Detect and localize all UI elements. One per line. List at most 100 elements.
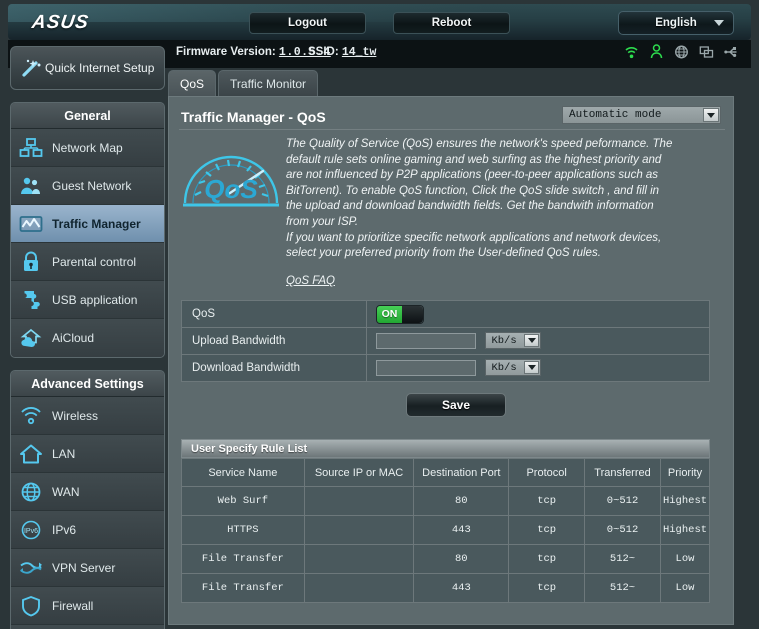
download-unit-value: Kb/s <box>491 361 517 374</box>
sidebar-item-administration[interactable]: Administration <box>11 625 164 629</box>
usb-icon[interactable] <box>724 43 739 61</box>
wifi-icon[interactable] <box>624 43 639 61</box>
download-unit-dropdown[interactable]: Kb/s <box>485 359 542 377</box>
sidebar-item-ipv6[interactable]: IPv6 IPv6 <box>11 511 164 549</box>
cell-dest-port: 80 <box>413 486 510 516</box>
download-bandwidth-input[interactable] <box>376 359 476 376</box>
ipv6-icon: IPv6 <box>18 518 44 542</box>
cell-dest-port: 443 <box>413 515 510 545</box>
svg-text:IPv6: IPv6 <box>24 528 38 535</box>
cloud-home-icon <box>18 326 44 350</box>
tab-traffic-monitor[interactable]: Traffic Monitor <box>218 70 319 96</box>
sidebar-item-label: LAN <box>52 446 76 461</box>
upload-bandwidth-row: Upload Bandwidth Kb/s <box>181 327 710 355</box>
sidebar-item-aicloud[interactable]: AiCloud <box>11 319 164 357</box>
svg-text:QoS: QoS <box>204 174 258 204</box>
sidebar: Quick Internet Setup General Network Map… <box>10 46 165 629</box>
column-header: Service Name <box>181 458 305 487</box>
traffic-manager-icon <box>18 212 44 236</box>
cell-service-name: File Transfer <box>181 544 305 574</box>
sidebar-item-label: Network Map <box>52 140 123 155</box>
general-header: General <box>11 103 164 129</box>
download-bandwidth-row: Download Bandwidth Kb/s <box>181 354 710 382</box>
tab-qos[interactable]: QoS <box>168 70 217 96</box>
user-rule-list: User Specify Rule List Service Name Sour… <box>181 439 711 603</box>
sidebar-item-label: IPv6 <box>52 522 77 537</box>
cell-transferred: 0~512 <box>584 486 661 516</box>
table-row[interactable]: HTTPS 443 tcp 0~512 Highest <box>181 515 711 545</box>
chevron-down-icon <box>524 361 540 375</box>
cell-priority: Highest <box>659 486 711 516</box>
advanced-settings-header: Advanced Settings <box>11 371 164 397</box>
save-button[interactable]: Save <box>406 393 506 417</box>
sidebar-item-wireless[interactable]: Wireless <box>11 397 164 435</box>
sidebar-item-firewall[interactable]: Firewall <box>11 587 164 625</box>
ssid-value[interactable]: 14_tw <box>342 46 377 59</box>
rule-list-table: Service Name Source IP or MAC Destinatio… <box>181 458 711 603</box>
globe-icon <box>18 480 44 504</box>
sidebar-item-traffic-manager[interactable]: Traffic Manager <box>11 205 164 243</box>
upload-bandwidth-input[interactable] <box>376 332 476 349</box>
sidebar-item-guest-network[interactable]: Guest Network <box>11 167 164 205</box>
ssid-info: SSID: 14_tw <box>308 46 376 59</box>
sidebar-item-parental-control[interactable]: Parental control <box>11 243 164 281</box>
cell-transferred: 512~ <box>584 544 661 574</box>
cell-dest-port: 443 <box>413 573 510 603</box>
cell-service-name: File Transfer <box>181 573 305 603</box>
cell-protocol: tcp <box>508 544 586 574</box>
quick-internet-setup-button[interactable]: Quick Internet Setup <box>10 46 165 90</box>
cell-source <box>303 573 415 603</box>
advanced-nav-group: Advanced Settings Wireless LAN WAN IPv6 … <box>10 370 165 629</box>
top-banner: ASUS Logout Reboot English <box>8 4 751 40</box>
reboot-button[interactable]: Reboot <box>393 12 510 34</box>
cell-transferred: 0~512 <box>584 515 661 545</box>
globe-icon[interactable] <box>674 43 689 61</box>
shield-icon <box>18 594 44 618</box>
cell-priority: Low <box>659 573 711 603</box>
qos-toggle-switch[interactable]: ON <box>376 304 424 324</box>
magic-wand-icon <box>19 56 45 80</box>
network-map-icon <box>18 136 44 160</box>
table-row[interactable]: File Transfer 80 tcp 512~ Low <box>181 544 711 574</box>
description-paragraph-1: The Quality of Service (QoS) ensures the… <box>286 138 673 228</box>
upload-unit-dropdown[interactable]: Kb/s <box>485 332 542 350</box>
description-paragraph-2: If you want to prioritize specific netwo… <box>286 231 662 260</box>
sidebar-item-usb-application[interactable]: USB application <box>11 281 164 319</box>
sidebar-item-wan[interactable]: WAN <box>11 473 164 511</box>
cell-priority: Low <box>659 544 711 574</box>
qos-description: The Quality of Service (QoS) ensures the… <box>286 137 676 289</box>
guest-user-icon[interactable] <box>649 43 664 61</box>
column-header: Destination Port <box>413 458 510 487</box>
sidebar-item-label: Traffic Manager <box>52 216 141 231</box>
column-header: Transferred <box>584 458 661 487</box>
qos-faq-link[interactable]: QoS FAQ <box>286 274 335 290</box>
column-header: Priority <box>659 458 711 487</box>
language-dropdown[interactable]: English <box>618 11 734 35</box>
download-bandwidth-label: Download Bandwidth <box>181 354 367 382</box>
column-header: Source IP or MAC <box>303 458 415 487</box>
ssid-label: SSID: <box>308 46 339 58</box>
sidebar-item-lan[interactable]: LAN <box>11 435 164 473</box>
tab-bar: QoS Traffic Monitor <box>168 70 319 96</box>
cell-source <box>303 544 415 574</box>
content-panel: Traffic Manager - QoS Automatic mode QoS… <box>168 96 734 625</box>
home-icon <box>18 442 44 466</box>
table-row[interactable]: Web Surf 80 tcp 0~512 Highest <box>181 486 711 516</box>
upload-unit-value: Kb/s <box>491 334 517 347</box>
router-admin-page: ASUS Logout Reboot English Firmware Vers… <box>0 0 759 629</box>
qos-mode-value: Automatic mode <box>569 109 662 121</box>
qos-toggle-cell: ON <box>366 300 710 328</box>
sidebar-item-label: Firewall <box>52 598 94 613</box>
qos-toggle-row: QoS ON <box>181 300 710 328</box>
cell-priority: Highest <box>659 515 711 545</box>
upload-bandwidth-label: Upload Bandwidth <box>181 327 367 355</box>
cell-protocol: tcp <box>508 486 586 516</box>
qos-toggle-state: ON <box>377 305 402 323</box>
sidebar-item-network-map[interactable]: Network Map <box>11 129 164 167</box>
table-row[interactable]: File Transfer 443 tcp 512~ Low <box>181 573 711 603</box>
asus-logo: ASUS <box>30 12 91 33</box>
usb-devices-icon[interactable] <box>699 43 714 61</box>
qos-mode-dropdown[interactable]: Automatic mode <box>562 106 721 124</box>
sidebar-item-vpn-server[interactable]: VPN Server <box>11 549 164 587</box>
logout-button[interactable]: Logout <box>249 12 366 34</box>
